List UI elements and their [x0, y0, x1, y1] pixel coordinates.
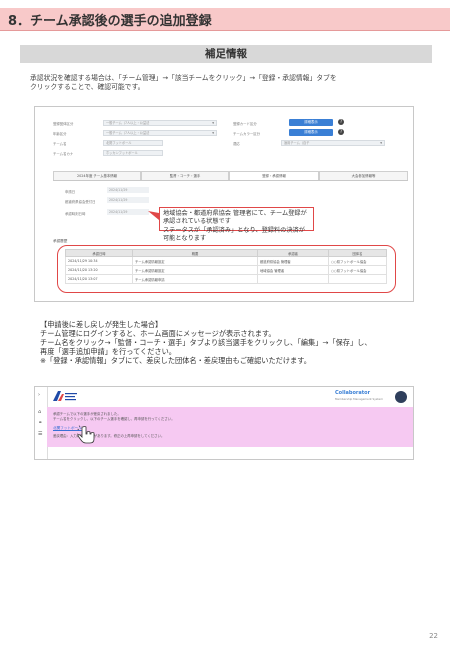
home-message-screenshot: › ⌂ ⚭ ☰ Collaborator Membership Manageme… — [34, 386, 414, 460]
section-bar: 補足情報 — [20, 45, 432, 63]
expand-icon[interactable]: › — [38, 392, 40, 398]
section-title: 補足情報 — [205, 48, 247, 60]
notes-line-1: チーム管理にログインすると、ホーム画面にメッセージが表示されます。 — [40, 329, 276, 338]
notes-line-4: ※「登録・承認情報」タブにて、差戻した団体名・差戻理由もご確認いただけます。 — [40, 356, 311, 365]
message-band: 承認チームで以下の選手が差戻されました。 チーム名をクリックし、以下のチーム選手… — [47, 407, 413, 447]
team-icon[interactable]: ⚭ — [38, 420, 42, 426]
message-line: チーム名をクリックし、以下のチーム選手を確認し、再申請を行ってください。 — [53, 417, 175, 421]
notes-line-3: 再度「選手追加申請」を行ってください。 — [40, 347, 176, 356]
message-line: 差戻理由：入力内容に誤りがあります。修正の上再申請をしてください。 — [53, 434, 165, 438]
user-avatar-icon[interactable] — [395, 391, 407, 403]
manual-page: 8．チーム承認後の選手の追加登録 補足情報 承認状況を確認する場合は、「チーム管… — [0, 0, 450, 654]
intro-line-2: クリックすることで、確認可能です。 — [30, 83, 145, 91]
history-label: 承認履歴 — [53, 239, 68, 243]
pointer-hand-icon — [77, 425, 95, 444]
history-highlight — [57, 245, 396, 293]
intro-line-1: 承認状況を確認する場合は、「チーム管理」→「該当チームをクリック」→「登録・承認… — [30, 74, 337, 82]
notes-heading: 【申請後に差し戻しが発生した場合】 — [40, 320, 163, 329]
header-bar: 8．チーム承認後の選手の追加登録 — [0, 8, 450, 31]
callout-line-2: ステータスが「承認済み」となり、登録料の決済が可能となります — [163, 226, 305, 243]
approval-info-screenshot: 登録団体区分 一般チーム（7人以上・公益法 ▾ 年齢区分 一般チーム（7人以上・公… — [34, 106, 414, 302]
page-number: 22 — [429, 632, 438, 640]
brand-subtitle: Membership Management System — [335, 397, 383, 401]
home-icon[interactable]: ⌂ — [38, 409, 41, 415]
resubmission-notes: 【申請後に差し戻しが発生した場合】 チーム管理にログインすると、ホーム画面にメッ… — [40, 320, 430, 365]
notes-line-2: チーム名をクリック→「監督・コーチ・選手」タブより該当選手をクリックし、「編集」… — [40, 338, 372, 347]
association-logo — [53, 391, 77, 401]
callout-line-1: 地域協会・都道府県協会 管理者にて、チーム登録が承認されている状態です — [163, 210, 307, 226]
menu-icon[interactable]: ☰ — [38, 431, 42, 437]
page-title: 8．チーム承認後の選手の追加登録 — [8, 14, 212, 29]
brand-name: Collaborator — [335, 390, 371, 396]
approval-callout: 地域協会・都道府県協会 管理者にて、チーム登録が承認されている状態です ステータ… — [159, 207, 314, 242]
intro-text: 承認状況を確認する場合は、「チーム管理」→「該当チームをクリック」→「登録・承認… — [30, 74, 430, 92]
